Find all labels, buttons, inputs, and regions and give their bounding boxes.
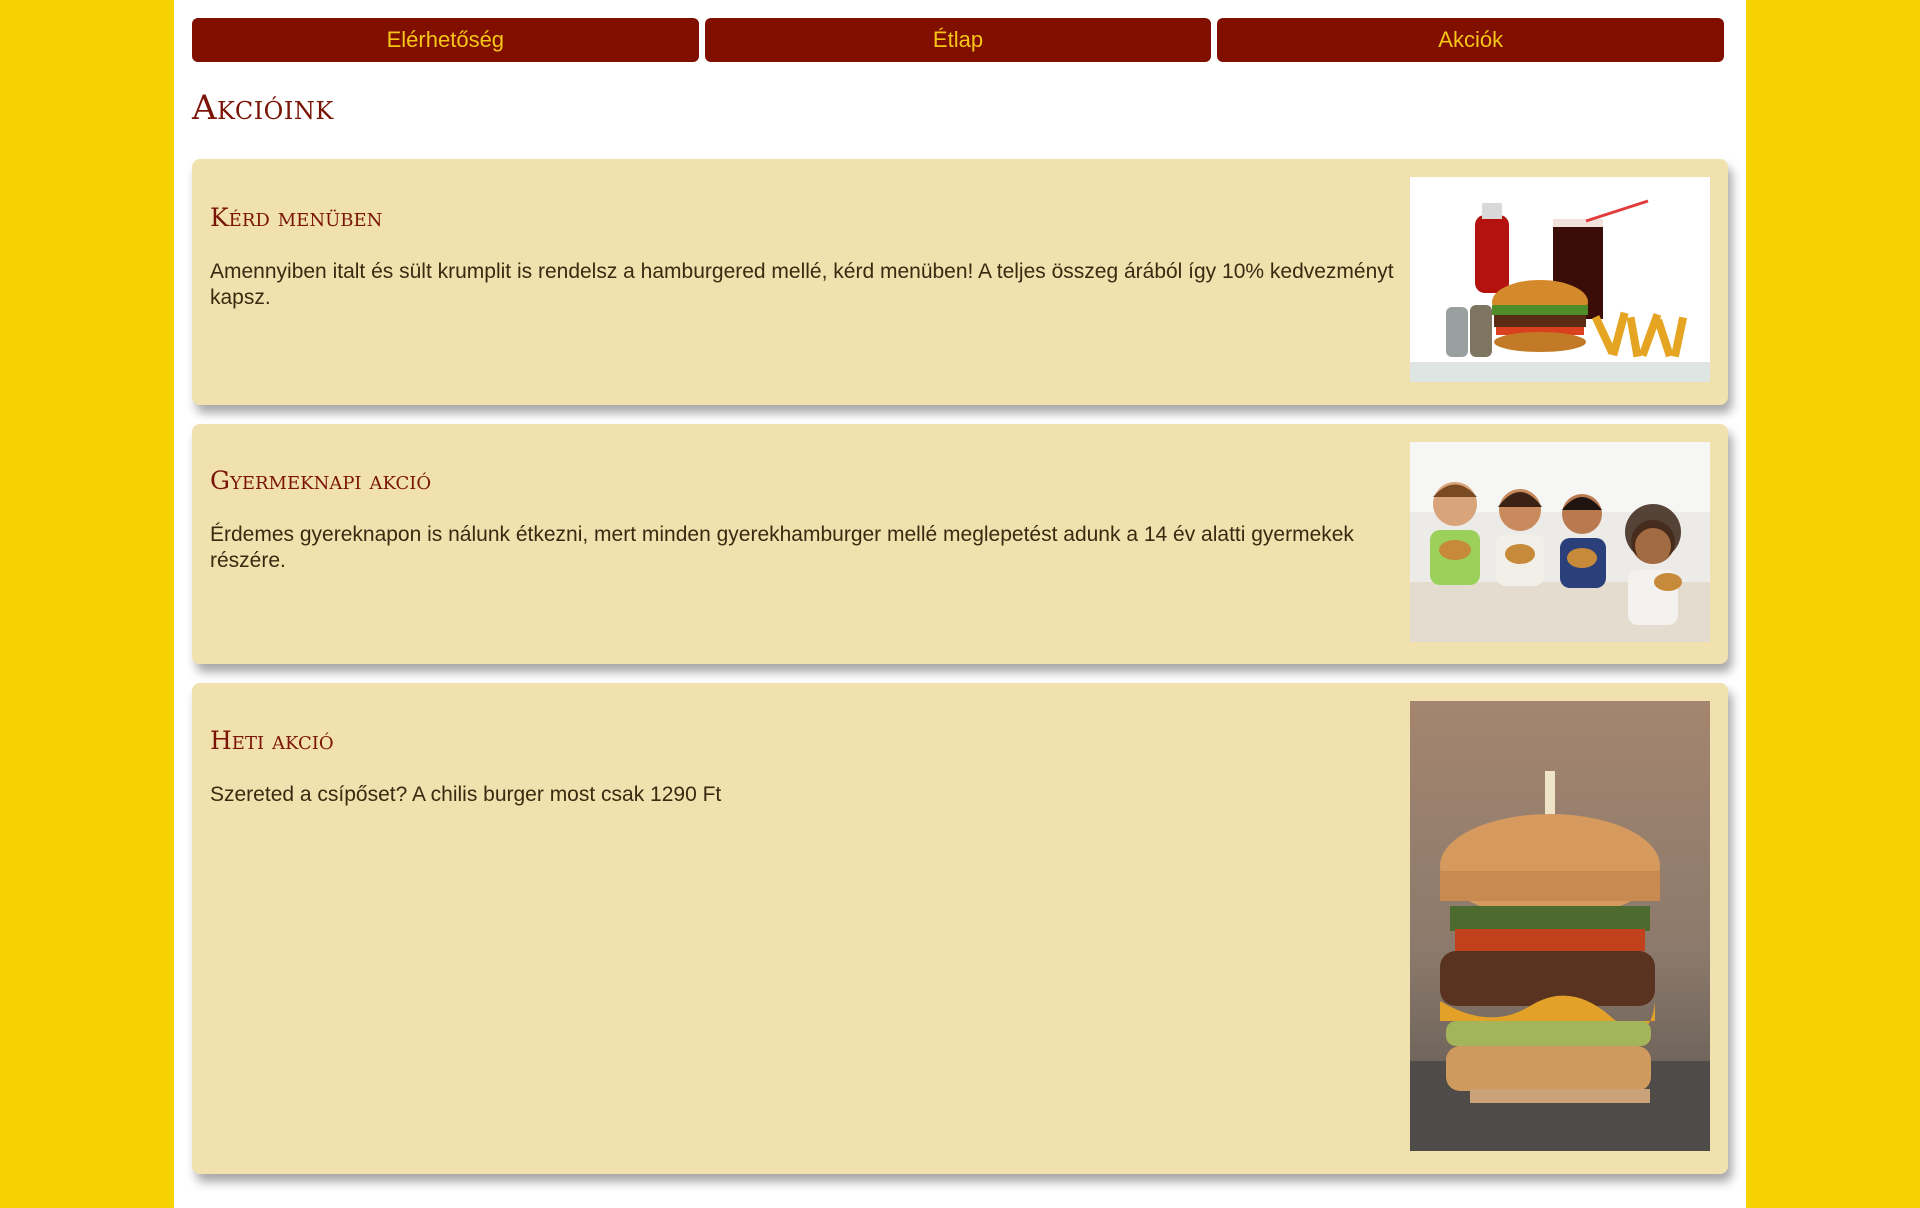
offer-description: Szereted a csípőset? A chilis burger mos… [210,783,722,806]
nav-button-offers[interactable]: Akciók [1217,18,1725,62]
chili-burger-image [1410,701,1710,1151]
offer-title: Gyermeknapi akció [210,466,432,495]
nav-button-contact[interactable]: Elérhetőség [192,18,699,62]
children-eating-burgers-image [1410,442,1710,642]
offer-description: Amennyiben italt és sült krumplit is ren… [210,260,1394,309]
offer-card-weekly: Heti akció Szereted a csípőset? A chilis… [192,683,1728,1174]
offer-title: Heti akció [210,726,334,755]
burger-menu-image [1410,177,1710,382]
page-container: Elérhetőség Étlap Akciók Akcióink Kérd m… [174,0,1746,1208]
page-title: Akcióink [192,88,334,128]
main-navigation: Elérhetőség Étlap Akciók [192,18,1725,62]
offer-description: Érdemes gyereknapon is nálunk étkezni, m… [210,523,1354,572]
offer-card-childrens-day: Gyermeknapi akció Érdemes gyereknapon is… [192,424,1728,664]
nav-button-menu[interactable]: Étlap [704,18,1212,62]
offer-card-menu: Kérd menüben Amennyiben italt és sült kr… [192,159,1728,405]
offer-title: Kérd menüben [210,203,383,232]
